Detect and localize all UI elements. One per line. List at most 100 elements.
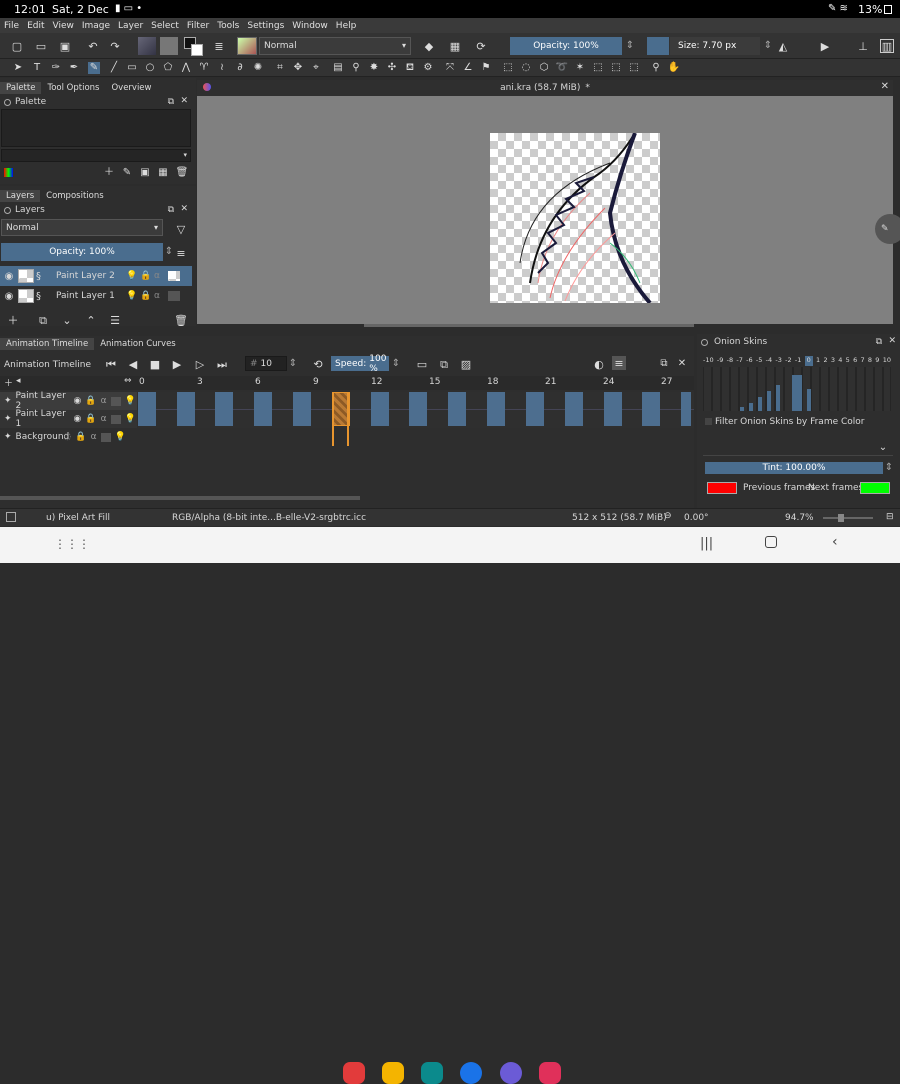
onion-frame-toggle[interactable]: -7 <box>736 356 742 366</box>
select-shapes-icon[interactable]: ➤ <box>12 62 24 74</box>
onion-skin-icon[interactable]: 💡 <box>125 396 136 406</box>
back-icon[interactable]: ‹ <box>832 534 838 550</box>
keyframe[interactable] <box>448 392 466 426</box>
tint-slider[interactable]: Tint: 100.00% <box>705 462 883 474</box>
layer-name[interactable]: Paint Layer 1 <box>56 291 126 301</box>
next-frames-color[interactable] <box>860 482 890 494</box>
play-icon[interactable]: ▶ <box>170 357 184 371</box>
keyframe[interactable] <box>293 392 311 426</box>
magic-wand-icon[interactable]: ✶ <box>574 62 586 74</box>
lock-icon[interactable]: 🔒 <box>140 291 154 301</box>
reload-preset-icon[interactable]: ⟳ <box>474 39 488 53</box>
zoom-slider[interactable] <box>823 517 873 519</box>
onion-frame-toggle[interactable]: 6 <box>853 356 857 366</box>
onion-frame-toggle[interactable]: -8 <box>727 356 733 366</box>
onion-frame-toggle[interactable]: -1 <box>795 356 801 366</box>
ellipse-select-icon[interactable]: ◌ <box>520 62 532 74</box>
playback-speed-field[interactable]: Speed: 100 % <box>331 354 389 374</box>
brush-preset-icon[interactable] <box>237 37 257 55</box>
bezier-curve-icon[interactable]: ♈ <box>198 62 210 74</box>
brush-settings-icon[interactable]: ≣ <box>212 39 226 53</box>
size-slider-indicator[interactable] <box>647 37 669 55</box>
onion-frame-toggle[interactable]: 9 <box>875 356 879 366</box>
filter-icon[interactable]: ▽ <box>174 222 188 236</box>
onion-frame-toggle[interactable]: 10 <box>883 356 891 366</box>
move-tool-icon[interactable]: ✥ <box>292 62 304 74</box>
assistant-tool-icon[interactable]: ✣ <box>386 62 398 74</box>
onion-skin-icon[interactable]: 💡 <box>125 414 136 424</box>
delete-layer-icon[interactable]: 🗑 <box>174 313 188 327</box>
palette-grid-icon[interactable]: ▦ <box>157 167 169 179</box>
save-icon[interactable]: ▣ <box>58 39 72 53</box>
tab-palette[interactable]: Palette <box>0 82 42 94</box>
tab-animation-curves[interactable]: Animation Curves <box>94 338 182 350</box>
keyframe[interactable] <box>487 392 505 426</box>
onion-frame-toggle[interactable]: 3 <box>831 356 835 366</box>
onion-frame-toggle[interactable]: 1 <box>816 356 820 366</box>
filter-onion-checkbox[interactable] <box>705 418 712 425</box>
brush-preview-icon[interactable] <box>6 512 16 522</box>
timeline-menu-icon[interactable]: ≡ <box>612 356 626 370</box>
fill-tool-icon[interactable]: ⛾ <box>404 62 416 74</box>
onion-frame-toggle[interactable]: 2 <box>823 356 827 366</box>
hamburger-menu-icon[interactable]: ≡ <box>174 246 188 260</box>
redo-icon[interactable]: ↷ <box>108 39 122 53</box>
keyframe[interactable] <box>409 392 427 426</box>
reference-image-icon[interactable]: ⚑ <box>480 62 492 74</box>
onion-skin-icon[interactable]: 💡 <box>115 432 126 442</box>
duplicate-keyframe-icon[interactable]: ⧉ <box>437 357 451 371</box>
timeline-layer-row[interactable]: ✦ Paint Layer 1 ◉ 🔒 α 💡 <box>0 409 137 429</box>
horizontal-scrollbar[interactable] <box>364 324 694 327</box>
timeline-layer-row[interactable]: ✦ Paint Layer 2 ◉ 🔒 α 💡 <box>0 391 137 411</box>
measure-tool-icon[interactable]: ⤧ <box>444 62 456 74</box>
keyframe[interactable] <box>371 392 389 426</box>
undo-icon[interactable]: ↶ <box>86 39 100 53</box>
layer-row-paint-layer-2[interactable]: ◉ § Paint Layer 2 💡 🔒 α <box>0 266 192 286</box>
onion-frame-toggle[interactable]: 7 <box>860 356 864 366</box>
lock-icon[interactable]: 🔒 <box>85 396 96 406</box>
pan-tool-icon[interactable]: ✋ <box>668 62 680 74</box>
canvas-image[interactable] <box>490 132 660 305</box>
playhead-left[interactable] <box>332 392 334 446</box>
menu-tools[interactable]: Tools <box>217 21 239 31</box>
menu-help[interactable]: Help <box>336 21 357 31</box>
app-icon-browser[interactable] <box>500 1062 522 1084</box>
layer-properties-icon[interactable]: ☰ <box>108 313 122 327</box>
keyframe[interactable] <box>138 392 156 426</box>
menu-image[interactable]: Image <box>82 21 110 31</box>
current-frame-field[interactable]: #10 <box>245 356 287 371</box>
timeline-scrollbar[interactable] <box>0 496 360 500</box>
next-frame-icon[interactable]: ▷ <box>193 357 207 371</box>
similar-select-icon[interactable]: ⬚ <box>592 62 604 74</box>
opacity-stepper-icon[interactable]: ⇕ <box>624 40 636 52</box>
tab-layers[interactable]: Layers <box>0 190 41 202</box>
rectangle-tool-icon[interactable]: ▭ <box>126 62 138 74</box>
palette-selector[interactable]: ▾ <box>1 149 191 162</box>
menu-window[interactable]: Window <box>292 21 328 31</box>
freehand-brush-icon[interactable]: ✎ <box>88 62 100 74</box>
enclose-fill-icon[interactable]: ⚙ <box>422 62 434 74</box>
fit-view-icon[interactable]: ⊟ <box>886 512 894 522</box>
app-drawer-icon[interactable]: ⋮⋮⋮ <box>54 537 90 551</box>
app-icon-messages[interactable] <box>460 1062 482 1084</box>
move-layer-up-icon[interactable]: ⌃ <box>84 313 98 327</box>
layer-blend-mode-select[interactable]: Normal ▾ <box>1 219 163 236</box>
opacity-slider[interactable]: Opacity: 100% <box>510 37 622 55</box>
size-slider[interactable]: Size: 7.70 px <box>670 37 760 55</box>
keyframe[interactable] <box>565 392 583 426</box>
lock-icon[interactable]: 🔒 <box>140 271 154 281</box>
app-icon-teal[interactable] <box>421 1062 443 1084</box>
drop-frames-icon[interactable]: ⟲ <box>311 357 325 371</box>
alpha-lock-icon[interactable] <box>168 291 180 301</box>
onion-skin-opacity-bars[interactable] <box>703 367 891 411</box>
menu-settings[interactable]: Settings <box>247 21 284 31</box>
pattern-selector[interactable] <box>160 37 178 55</box>
menu-select[interactable]: Select <box>151 21 179 31</box>
onion-skin-toggle-icon[interactable]: ◐ <box>592 357 606 371</box>
onion-frame-toggle[interactable]: 8 <box>868 356 872 366</box>
canvas-viewport[interactable]: ✎ <box>197 96 900 327</box>
new-document-icon[interactable]: ▢ <box>10 39 24 53</box>
keyframe[interactable] <box>215 392 233 426</box>
audio-icon[interactable]: ◂ <box>16 376 21 386</box>
line-tool-icon[interactable]: ╱ <box>108 62 120 74</box>
